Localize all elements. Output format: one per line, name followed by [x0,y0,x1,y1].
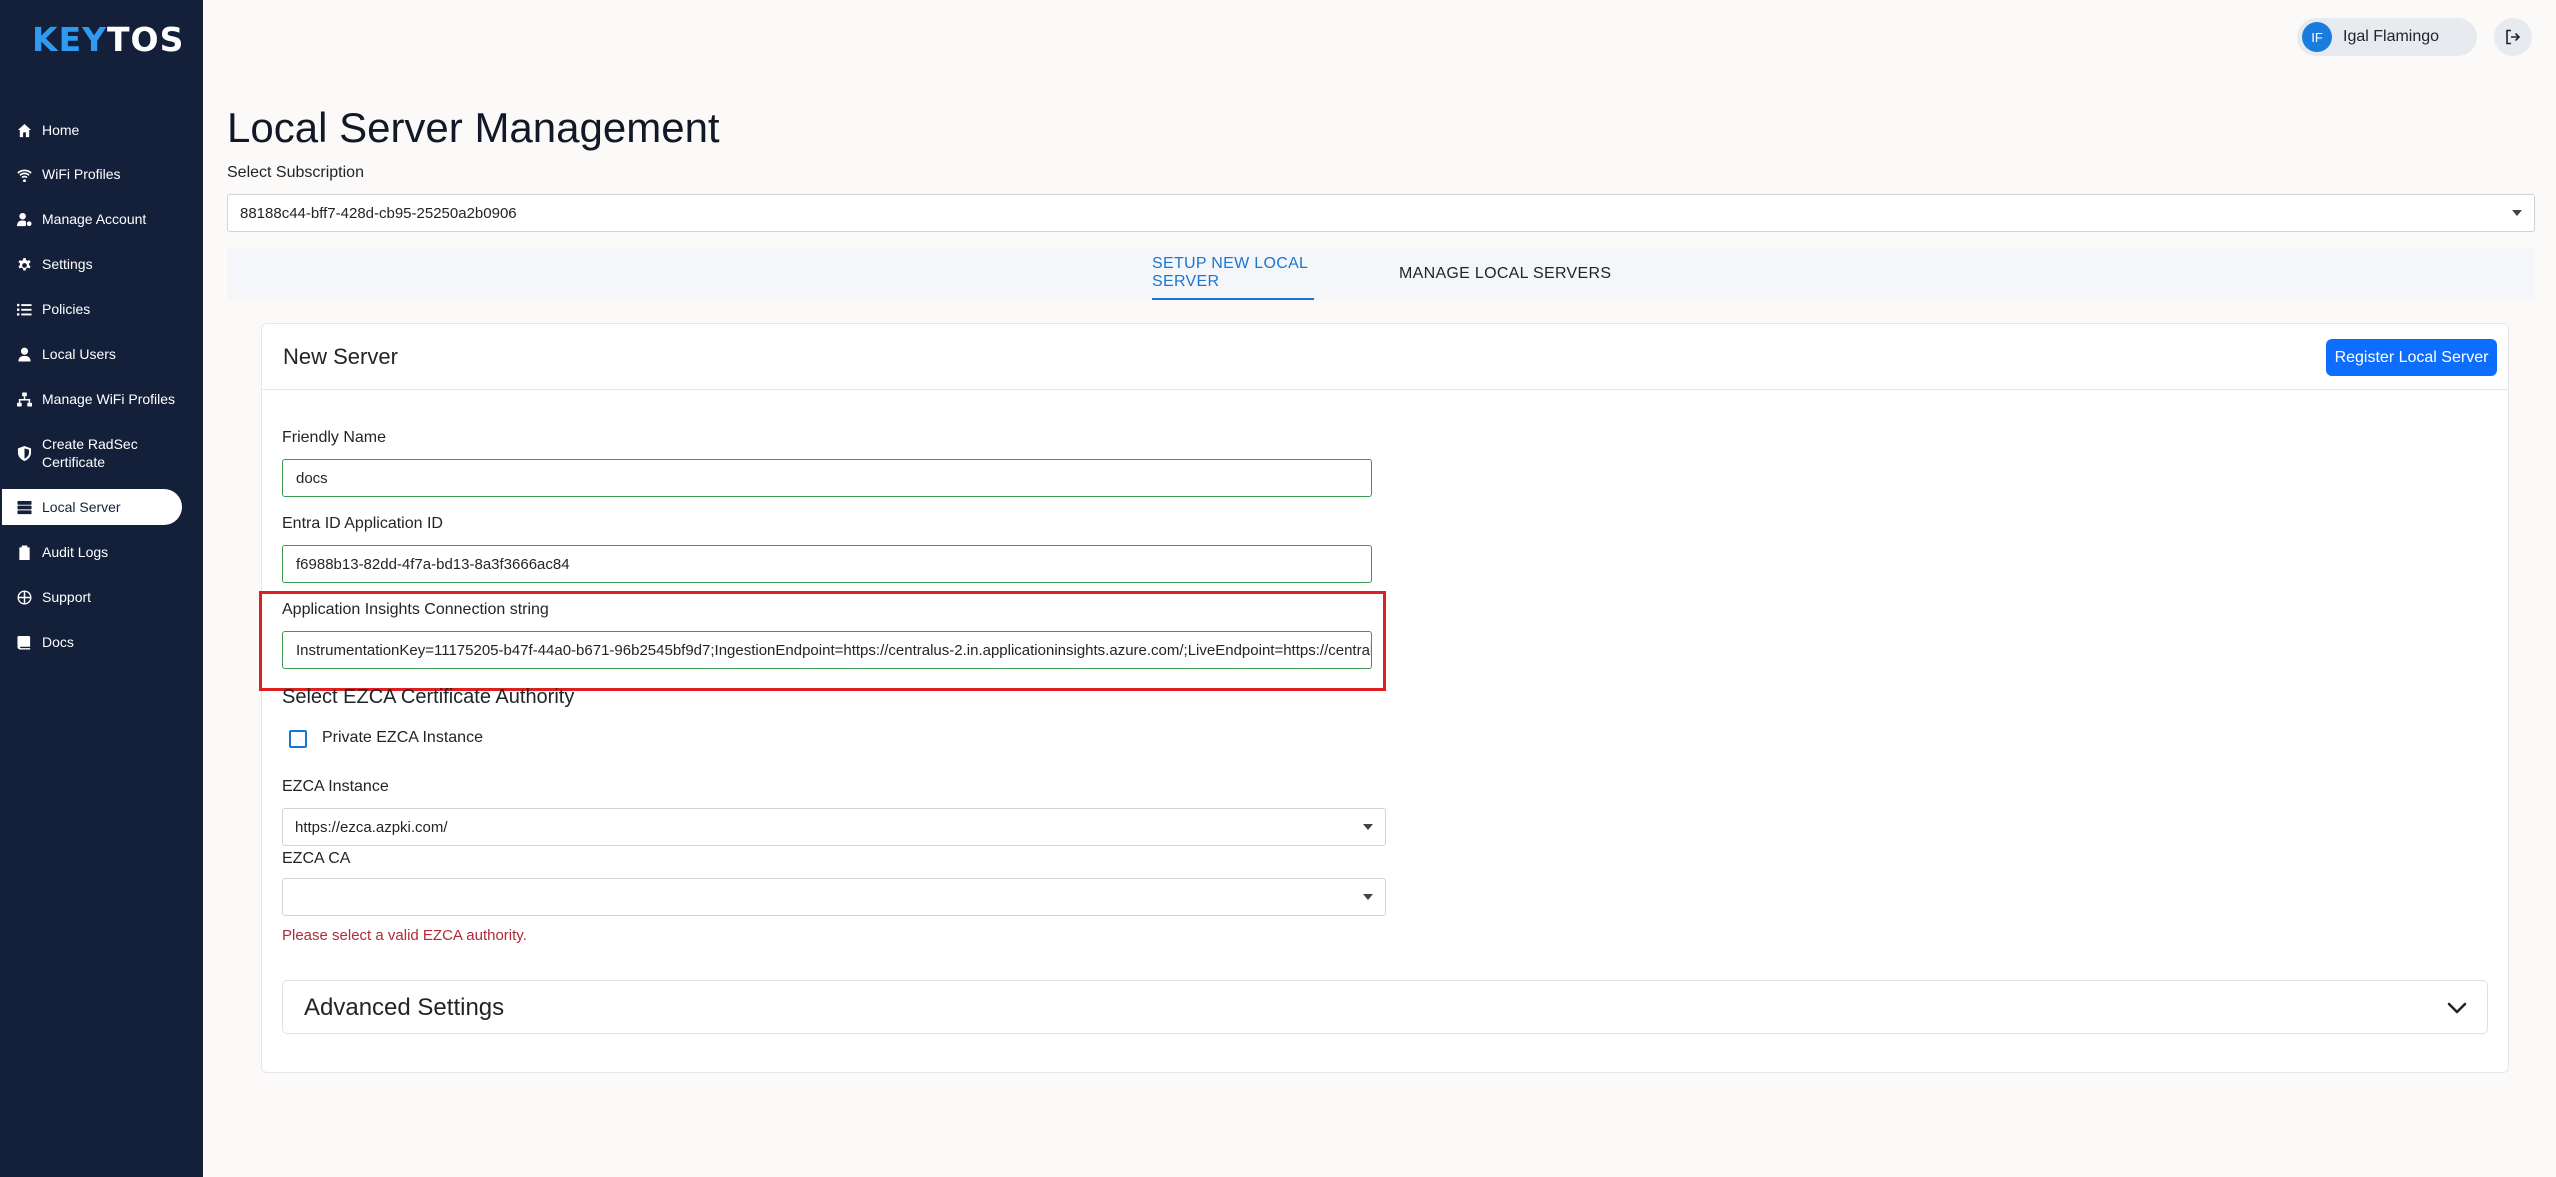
sidebar-item-home[interactable]: Home [2,112,182,148]
card-header: New Server Register Local Server [262,324,2508,390]
entra-id-label: Entra ID Application ID [282,515,443,532]
logo-suffix: TOS [107,19,185,59]
sidebar-item-settings[interactable]: Settings [2,246,182,282]
ezca-ca-select[interactable] [282,878,1386,916]
network-icon [16,391,32,407]
subscription-select[interactable]: 88188c44-bff7-428d-cb95-25250a2b0906 [227,194,2535,232]
sidebar-item-label: Create RadSec Certificate [42,436,138,470]
insights-connection-label: Application Insights Connection string [282,601,549,618]
ezca-section-heading: Select EZCA Certificate Authority [282,686,575,708]
keytos-logo[interactable]: KEYTOS [32,14,183,64]
advanced-settings-accordion[interactable]: Advanced Settings [282,980,2488,1034]
insights-connection-input[interactable]: InstrumentationKey=11175205-b47f-44a0-b6… [282,631,1372,669]
sidebar-item-label: Support [42,589,92,605]
new-server-card: New Server Register Local Server [261,323,2509,1073]
card-title: New Server [283,344,398,369]
sidebar-item-audit-logs[interactable]: Audit Logs [2,534,182,570]
list-icon [16,301,32,317]
home-icon [16,122,32,138]
sidebar-item-label: Manage Account [42,211,147,227]
logout-icon [2506,29,2521,45]
private-ezca-checkbox[interactable] [289,730,307,748]
sidebar-item-label: Audit Logs [42,544,109,560]
sidebar-item-create-radsec-certificate[interactable]: Create RadSec Certificate [2,430,182,476]
gear-icon [16,256,32,272]
register-local-server-button[interactable]: Register Local Server [2326,339,2497,376]
entra-id-input[interactable]: f6988b13-82dd-4f7a-bd13-8a3f3666ac84 [282,545,1372,583]
sidebar-item-support[interactable]: Support [2,579,182,615]
sidebar-item-local-users[interactable]: Local Users [2,336,182,372]
sidebar-item-label: Local Users [42,346,116,362]
clipboard-icon [16,544,32,560]
subscription-label: Select Subscription [227,164,364,181]
globe-icon [16,589,32,605]
shield-icon [16,445,32,461]
book-icon [16,634,32,650]
chevron-down-icon [1363,824,1373,830]
ezca-ca-label: EZCA CA [282,850,351,867]
sidebar-item-label: Policies [42,301,91,317]
server-icon [16,499,32,515]
sidebar-item-label: Home [42,122,80,138]
chevron-down-icon [1363,894,1373,900]
ezca-error-message: Please select a valid EZCA authority. [282,927,527,944]
friendly-name-input[interactable]: docs [282,459,1372,497]
logo-prefix: KEY [32,19,108,59]
user-icon [16,346,32,362]
sidebar-item-label: Local Server [42,499,121,515]
sidebar-item-local-server[interactable]: Local Server [2,489,182,525]
tab-bar: SETUP NEW LOCAL SERVER MANAGE LOCAL SERV… [227,248,2535,300]
logout-button[interactable] [2494,18,2532,56]
sidebar-item-label: Settings [42,256,93,272]
avatar: IF [2302,22,2332,52]
page-title: Local Server Management [227,104,720,151]
friendly-name-label: Friendly Name [282,429,387,446]
ezca-instance-value: https://ezca.azpki.com/ [295,818,448,836]
sidebar-item-docs[interactable]: Docs [2,624,182,660]
advanced-settings-title: Advanced Settings [304,994,505,1021]
sidebar-item-manage-account[interactable]: Manage Account [2,201,182,237]
tab-manage-local-servers[interactable]: MANAGE LOCAL SERVERS [1399,248,1611,300]
sidebar: KEYTOS Home WiFi Profiles Manage Account… [0,0,203,1177]
chevron-down-icon [2447,1002,2467,1014]
sidebar-item-wifi-profiles[interactable]: WiFi Profiles [2,156,182,192]
chevron-down-icon [2512,210,2522,216]
sidebar-item-manage-wifi-profiles[interactable]: Manage WiFi Profiles [2,381,182,417]
ezca-instance-label: EZCA Instance [282,778,389,795]
tab-setup-new-local-server[interactable]: SETUP NEW LOCAL SERVER [1152,248,1314,300]
sidebar-item-label: Manage WiFi Profiles [42,391,176,407]
sidebar-item-label: Docs [42,634,74,650]
wifi-icon [16,166,32,182]
user-gear-icon [16,211,32,227]
user-name: Igal Flamingo [2343,28,2440,45]
user-menu[interactable]: IF Igal Flamingo [2297,18,2477,56]
sidebar-item-label: WiFi Profiles [42,166,121,182]
sidebar-item-policies[interactable]: Policies [2,291,182,327]
subscription-value: 88188c44-bff7-428d-cb95-25250a2b0906 [240,204,517,222]
private-ezca-label: Private EZCA Instance [322,729,483,746]
ezca-instance-select[interactable]: https://ezca.azpki.com/ [282,808,1386,846]
